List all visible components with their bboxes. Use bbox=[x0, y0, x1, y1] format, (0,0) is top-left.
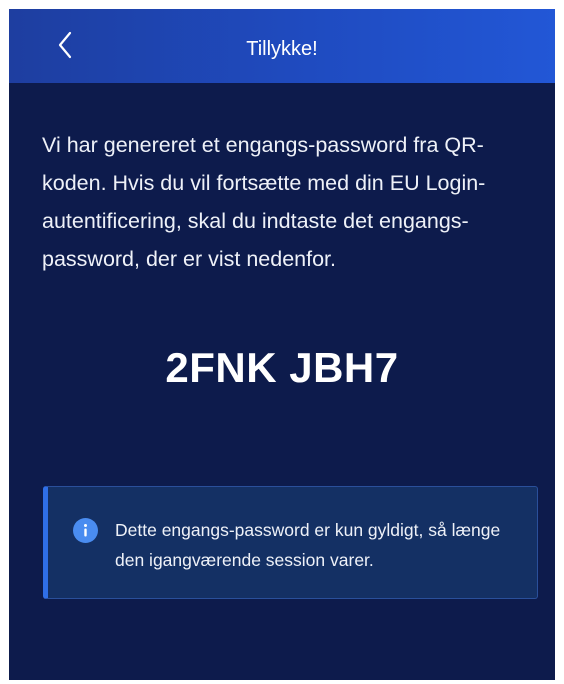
top-bar: Tillykke! bbox=[9, 9, 555, 83]
page-title: Tillykke! bbox=[246, 37, 318, 60]
one-time-password: 2FNK JBH7 bbox=[165, 344, 399, 391]
info-text: Dette engangs-password er kun gyldigt, s… bbox=[115, 520, 501, 570]
back-button[interactable] bbox=[47, 25, 83, 65]
info-notice: Dette engangs-password er kun gyldigt, s… bbox=[43, 486, 538, 599]
chevron-left-icon bbox=[58, 31, 72, 59]
instruction-text: Vi har genereret et engangs-password fra… bbox=[42, 133, 486, 271]
app-screen: Tillykke! Vi har genereret et engangs-pa… bbox=[9, 9, 555, 680]
info-icon bbox=[73, 518, 98, 543]
